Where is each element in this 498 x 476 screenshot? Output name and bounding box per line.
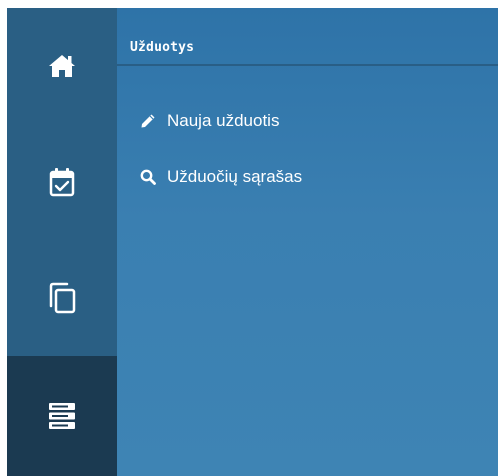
calendar-check-icon [49, 167, 75, 197]
menu-item-label: Nauja užduotis [167, 111, 280, 130]
sidebar-item-copy[interactable] [7, 240, 117, 356]
server-icon [48, 402, 76, 430]
copy-icon [48, 282, 76, 314]
pencil-icon [139, 112, 157, 130]
sidebar-item-home[interactable] [7, 8, 117, 124]
menu-item-new-task[interactable]: Nauja užduotis [117, 100, 498, 142]
search-icon [139, 168, 157, 186]
submenu-panel: Užduotys Nauja užduotis Užduočių sąrašas [117, 8, 498, 476]
menu-item-label: Užduočių sąrašas [167, 167, 303, 186]
app-frame: Užduotys Nauja užduotis Užduočių sąrašas [7, 8, 498, 476]
icon-sidebar [7, 8, 117, 476]
panel-header: Užduotys [117, 8, 498, 66]
home-icon [48, 53, 76, 79]
menu-item-task-list[interactable]: Užduočių sąrašas [117, 156, 498, 198]
sidebar-item-server[interactable] [7, 356, 117, 476]
panel-title: Užduotys [130, 40, 195, 55]
submenu-list: Nauja užduotis Užduočių sąrašas [117, 66, 498, 198]
sidebar-item-tasks-calendar[interactable] [7, 124, 117, 240]
